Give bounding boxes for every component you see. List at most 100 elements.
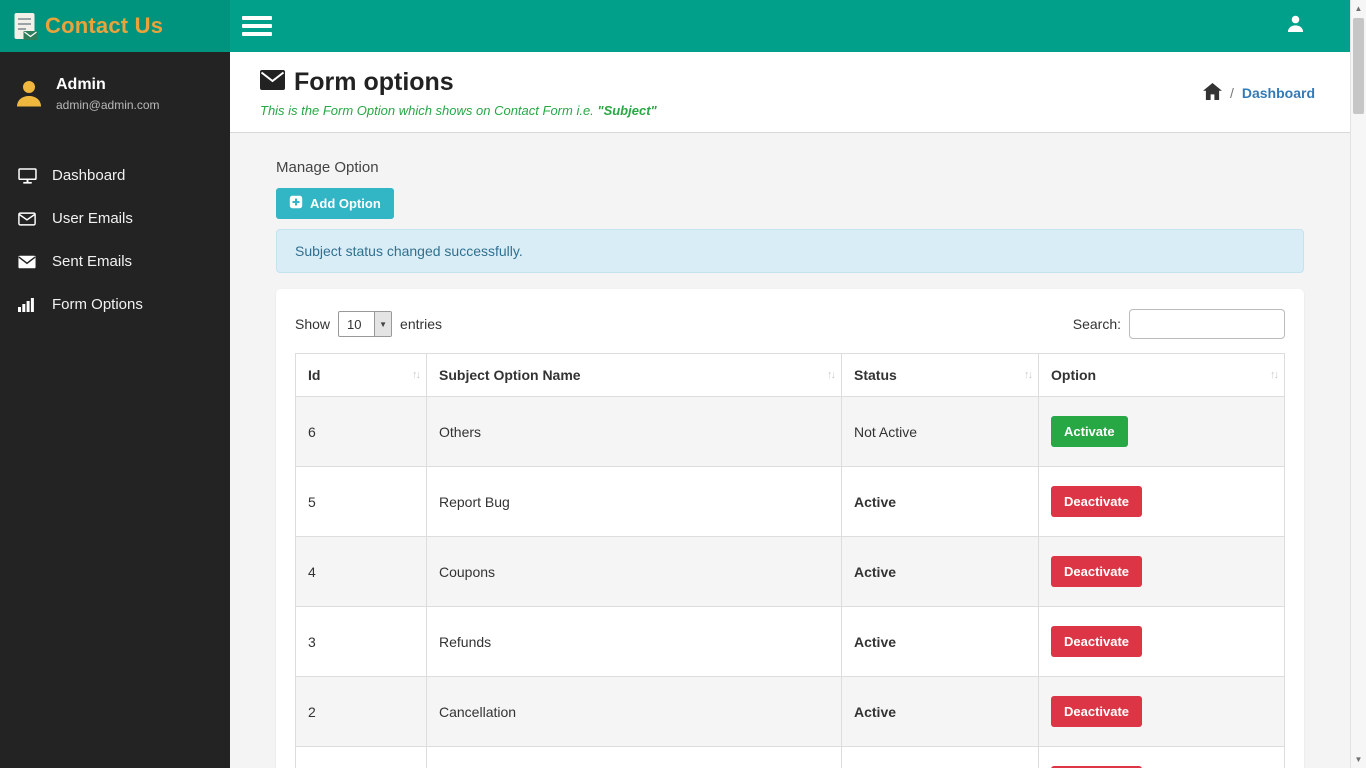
search-label: Search: [1072,316,1121,332]
nav-label: User Emails [52,210,133,227]
page-title: Form options [294,68,454,96]
sidebar-item-user-emails[interactable]: User Emails [0,197,230,240]
table-row: 2 Cancellation Active Deactivate [295,676,1285,747]
table-row: 5 Report Bug Active Deactivate [295,466,1285,537]
table-controls: Show 10 ▼ entries Search: [295,309,1285,339]
scroll-down-icon[interactable]: ▼ [1351,755,1366,764]
table-row: 6 Others Not Active Activate [295,396,1285,467]
deactivate-button[interactable]: Deactivate [1051,626,1143,657]
cell-subject-option-name: Coupons [426,536,842,607]
deactivate-button[interactable]: Deactivate [1051,696,1143,727]
envelope-filled-icon [18,255,42,269]
nav-label: Sent Emails [52,253,133,270]
app-logo-text: Contact Us [45,13,164,38]
contact-form-logo-icon [12,11,39,41]
sidebar-item-sent-emails[interactable]: Sent Emails [0,240,230,283]
activate-button[interactable]: Activate [1051,416,1128,447]
user-menu-button[interactable] [1286,14,1305,38]
home-icon[interactable] [1203,83,1222,103]
plus-square-icon [289,195,303,212]
cell-id: 4 [295,536,427,607]
cell-subject-option-name: Report Bug [426,466,842,537]
content-header: Form options This is the Form Option whi… [230,52,1350,133]
breadcrumb-separator: / [1229,85,1234,101]
deactivate-button[interactable]: Deactivate [1051,556,1143,587]
user-icon [1286,14,1305,38]
user-name: Admin [56,76,106,93]
column-header-id[interactable]: Id ↑↓ [295,353,427,397]
cell-status: Active [841,606,1039,677]
cell-status: Active [841,746,1039,768]
cell-status: Not Active [841,396,1039,467]
app-logo[interactable]: Contact Us [0,0,230,52]
deactivate-button[interactable]: Deactivate [1051,486,1143,517]
show-label: Show [295,316,331,332]
cell-subject-option-name: Cancellation [426,676,842,747]
cell-id: 1 [295,746,427,768]
sidebar-nav: Dashboard User Emails Sent Emails Form O… [0,154,230,326]
search-input[interactable] [1129,309,1285,339]
cell-id: 2 [295,676,427,747]
main-area: Form options This is the Form Option whi… [230,0,1350,768]
breadcrumb-dashboard-link[interactable]: Dashboard [1242,85,1315,101]
section-title: Manage Option [276,159,379,176]
user-panel: Admin admin@admin.com [0,52,230,122]
vertical-scrollbar[interactable]: ▲ ▼ [1350,0,1366,768]
cell-option: Deactivate [1038,606,1285,677]
cell-id: 6 [295,396,427,467]
cell-subject-option-name: Sales [426,746,842,768]
column-header-subject-option-name[interactable]: Subject Option Name ↑↓ [426,353,842,397]
table-row: 1 Sales Active Deactivate [295,746,1285,768]
nav-label: Dashboard [52,167,126,184]
cell-id: 3 [295,606,427,677]
menu-toggle-button[interactable] [242,16,272,36]
page-subtitle: This is the Form Option which shows on C… [260,103,657,118]
hamburger-icon [242,16,272,20]
cell-id: 5 [295,466,427,537]
cell-subject-option-name: Others [426,396,842,467]
breadcrumb: / Dashboard [1203,83,1315,103]
admin-avatar-icon [14,78,44,108]
cell-subject-option-name: Refunds [426,606,842,677]
chevron-down-icon: ▼ [374,312,392,336]
table-card: Show 10 ▼ entries Search: Id ↑↓ Subject … [276,289,1304,768]
sort-icon: ↑↓ [412,369,421,381]
column-header-option[interactable]: Option ↑↓ [1038,353,1285,397]
options-table: Id ↑↓ Subject Option Name ↑↓ Status ↑↓ O… [295,353,1285,768]
sort-icon: ↑↓ [827,369,836,381]
sidebar: Contact Us Admin admin@admin.com Dashboa… [0,0,230,768]
cell-option: Activate [1038,396,1285,467]
page-length-control: Show 10 ▼ entries [295,311,442,337]
bar-chart-icon [18,297,42,312]
table-row: 4 Coupons Active Deactivate [295,536,1285,607]
page-length-value: 10 [347,316,362,332]
add-option-button[interactable]: Add Option [276,188,394,219]
nav-label: Form Options [52,296,143,313]
sort-icon: ↑↓ [1024,369,1033,381]
envelope-icon [18,211,42,226]
sidebar-item-dashboard[interactable]: Dashboard [0,154,230,197]
sort-icon: ↑↓ [1270,369,1279,381]
cell-status: Active [841,676,1039,747]
cell-option: Deactivate [1038,746,1285,768]
content-body: Manage Option Add Option Subject status … [230,133,1350,768]
scroll-up-icon[interactable]: ▲ [1351,4,1366,13]
sidebar-item-form-options[interactable]: Form Options [0,283,230,326]
envelope-title-icon [260,70,285,95]
entries-label: entries [400,316,443,332]
desktop-icon [18,167,42,184]
user-email: admin@admin.com [56,98,160,112]
column-header-status[interactable]: Status ↑↓ [841,353,1039,397]
page-length-select[interactable]: 10 ▼ [338,311,393,337]
cell-option: Deactivate [1038,466,1285,537]
cell-option: Deactivate [1038,676,1285,747]
table-body: 6 Others Not Active Activate 5 Report Bu… [295,396,1285,768]
search-control: Search: [1073,309,1285,339]
scrollbar-thumb[interactable] [1353,18,1364,114]
status-alert: Subject status changed successfully. [276,229,1304,273]
table-row: 3 Refunds Active Deactivate [295,606,1285,677]
cell-status: Active [841,466,1039,537]
cell-status: Active [841,536,1039,607]
cell-option: Deactivate [1038,536,1285,607]
top-navbar [230,0,1350,52]
